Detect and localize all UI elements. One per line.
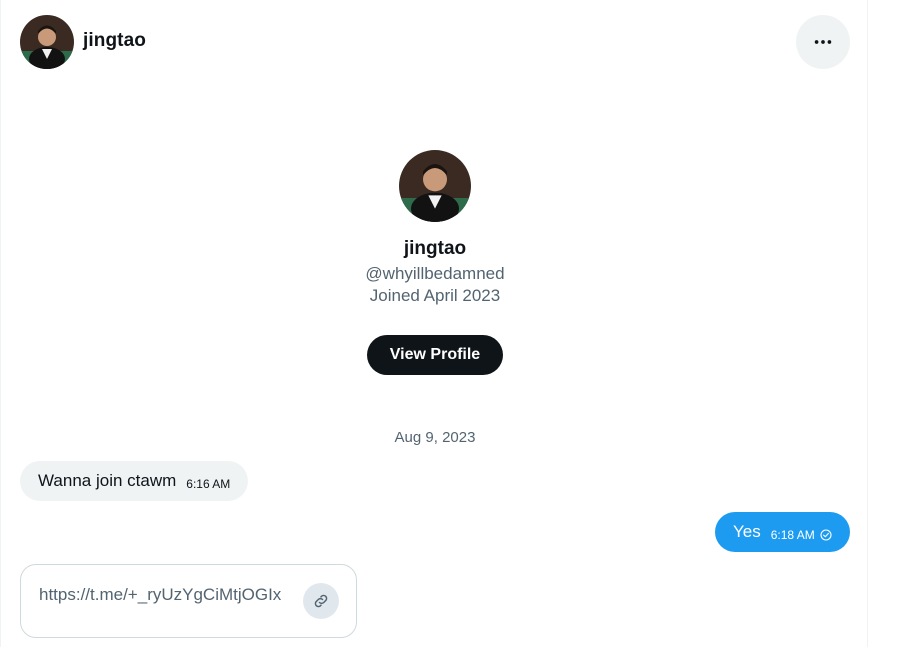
header-avatar[interactable] (20, 15, 74, 69)
seen-check-icon (820, 529, 832, 541)
header-username[interactable]: jingtao (83, 30, 146, 52)
message-timestamp: 6:16 AM (186, 477, 231, 491)
profile-name: jingtao (403, 238, 467, 259)
link-url[interactable]: https://t.me/+_ryUzYgCiMtjOGIx (39, 585, 281, 605)
more-horizontal-icon (814, 40, 832, 44)
message-text: Wanna join ctawm (38, 471, 177, 490)
link-icon-button[interactable] (303, 583, 339, 619)
message-text: Yes (733, 522, 761, 541)
view-profile-button[interactable]: View Profile (367, 335, 503, 375)
profile-handle: @whyillbedamned (365, 264, 505, 283)
link-icon (314, 594, 328, 608)
message-timestamp: 6:18 AM (770, 528, 815, 542)
date-divider: Aug 9, 2023 (394, 429, 476, 446)
link-preview-card[interactable]: https://t.me/+_ryUzYgCiMtjOGIx (20, 564, 357, 638)
message-bubble-incoming[interactable]: Wanna join ctawm 6:16 AM (20, 461, 249, 501)
avatar-image (399, 150, 471, 222)
avatar-image (20, 15, 74, 69)
message-bubble-outgoing[interactable]: Yes 6:18 AM (715, 512, 850, 552)
more-options-button[interactable] (796, 15, 850, 69)
conversation-panel: jingtao jingtao @whyillbedamned Joined A… (0, 0, 868, 647)
profile-avatar[interactable] (399, 150, 471, 222)
profile-joined-date: Joined April 2023 (369, 286, 501, 305)
